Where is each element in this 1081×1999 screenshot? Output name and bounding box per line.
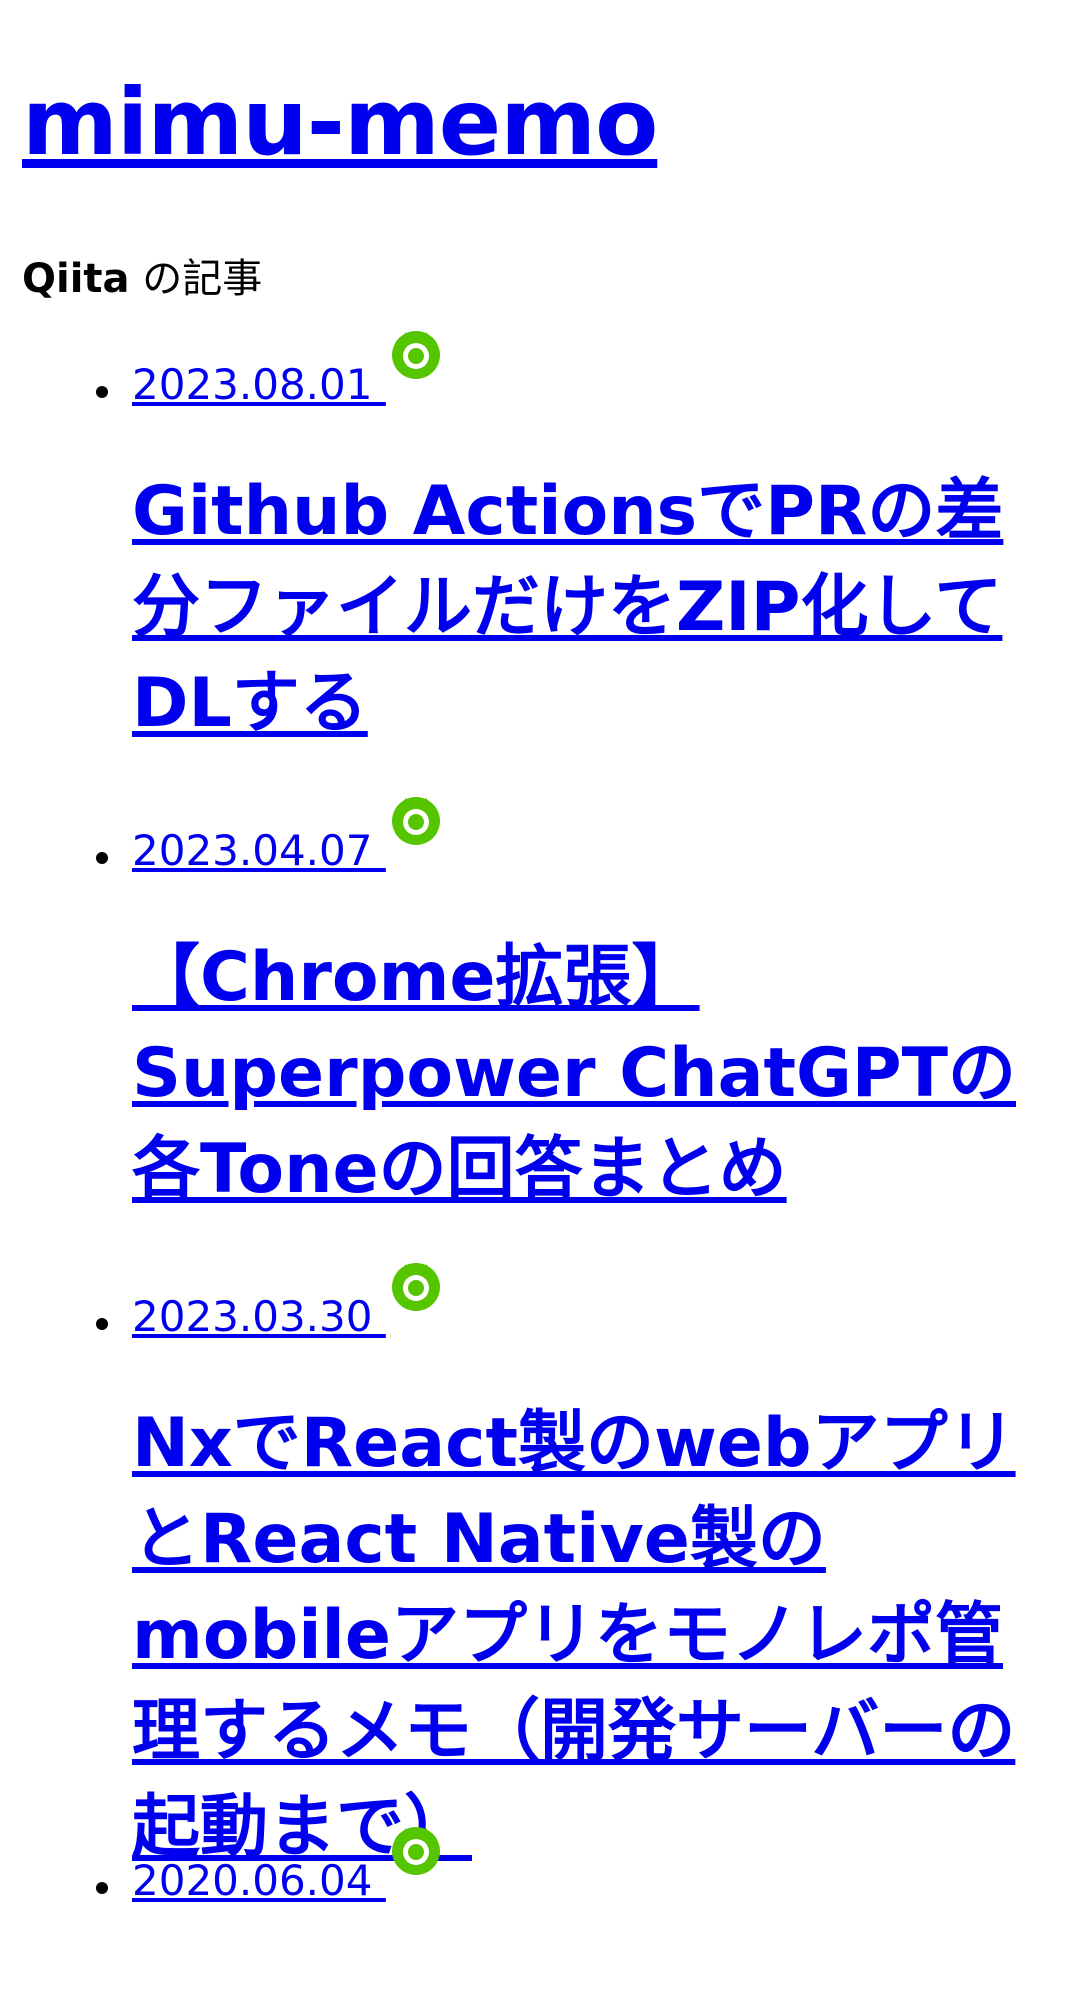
- post-date-link[interactable]: 2023.04.07: [132, 797, 444, 875]
- qiita-icon: [391, 797, 440, 845]
- qiita-icon: [391, 1263, 440, 1311]
- qiita-icon: [391, 1827, 440, 1875]
- section-heading-suffix: の記事: [129, 256, 263, 302]
- post-date: 2023.08.01: [132, 360, 386, 409]
- list-bullet: [96, 1882, 108, 1894]
- list-item: 2020.06.04: [0, 1827, 1081, 1936]
- post-date-link[interactable]: 2020.06.04: [132, 1827, 444, 1905]
- site-title: mimu-memo: [22, 69, 658, 176]
- post-title-link[interactable]: NxでReact製のwebアプリとReact Native製のmobileアプリ…: [132, 1404, 1016, 1867]
- post-title-link[interactable]: 【Chrome拡張】Superpower ChatGPTの各Toneの回答まとめ: [132, 938, 1016, 1209]
- site-title-link[interactable]: mimu-memo: [22, 69, 658, 176]
- post-title: NxでReact製のwebアプリとReact Native製のmobileアプリ…: [132, 1396, 1032, 1876]
- list-bullet: [96, 852, 108, 864]
- post-date: 2023.04.07: [132, 826, 386, 875]
- post-date-row: 2023.04.07: [132, 797, 1081, 872]
- post-date: 2020.06.04: [132, 1856, 386, 1905]
- post-title: 【Chrome拡張】Superpower ChatGPTの各Toneの回答まとめ: [132, 930, 1032, 1218]
- section-heading-brand: Qiita: [22, 256, 130, 302]
- qiita-icon: [391, 331, 440, 379]
- post-title: Github ActionsでPRの差分ファイルだけをZIP化してDLする: [132, 464, 1032, 752]
- list-item: 2023.03.30 NxでReact製のwebアプリとReact Native…: [0, 1263, 1081, 1867]
- post-date-row: 2023.08.01: [132, 331, 1081, 406]
- list-bullet: [96, 1318, 108, 1330]
- post-date-link[interactable]: 2023.03.30: [132, 1263, 444, 1341]
- post-title-link[interactable]: Github ActionsでPRの差分ファイルだけをZIP化してDLする: [132, 472, 1003, 743]
- post-list: 2023.08.01 Github ActionsでPRの差分ファイルだけをZI…: [0, 331, 1081, 1936]
- post-date-row: 2020.06.04: [132, 1827, 1081, 1902]
- section-heading: Qiita の記事: [22, 255, 262, 303]
- list-item: 2023.08.01 Github ActionsでPRの差分ファイルだけをZI…: [0, 331, 1081, 816]
- post-date: 2023.03.30: [132, 1292, 386, 1341]
- post-date-row: 2023.03.30: [132, 1263, 1081, 1338]
- list-item: 2023.04.07 【Chrome拡張】Superpower ChatGPTの…: [0, 797, 1081, 1282]
- list-bullet: [96, 386, 108, 398]
- post-date-link[interactable]: 2023.08.01: [132, 331, 444, 409]
